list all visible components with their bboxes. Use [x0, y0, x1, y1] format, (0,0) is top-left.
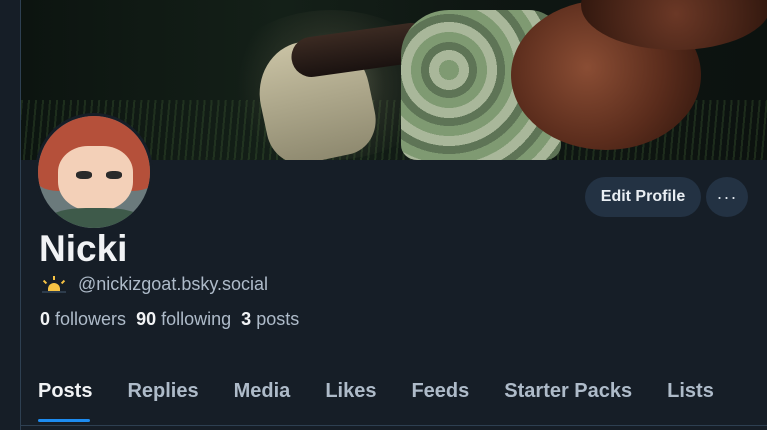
sunrise-icon [40, 275, 68, 295]
following-stat[interactable]: 90 following [136, 309, 231, 330]
tab-replies[interactable]: Replies [127, 380, 198, 403]
handle: @nickizgoat.bsky.social [78, 274, 269, 294]
avatar-eye [76, 171, 92, 179]
tab-starter-packs[interactable]: Starter Packs [504, 380, 632, 403]
more-options-button[interactable]: ··· [706, 177, 748, 217]
followers-stat[interactable]: 0 followers [40, 309, 126, 330]
avatar-eye [106, 171, 122, 179]
posts-stat: 3 posts [241, 309, 300, 329]
edit-profile-button[interactable]: Edit Profile [585, 177, 701, 217]
left-rail [0, 0, 21, 430]
tab-posts[interactable]: Posts [38, 380, 92, 422]
avatar[interactable] [35, 113, 153, 231]
tab-likes[interactable]: Likes [325, 380, 376, 403]
ellipsis-icon: ··· [716, 186, 738, 207]
tab-media[interactable]: Media [234, 380, 291, 403]
active-tab-indicator [38, 419, 90, 422]
avatar-face [58, 146, 133, 211]
tab-lists[interactable]: Lists [667, 380, 714, 403]
tabs-divider [21, 425, 767, 426]
profile-tabs: Posts Replies Media Likes Feeds Starter … [38, 380, 749, 422]
display-name: Nicki [39, 228, 128, 269]
profile-stats: 0 followers 90 following 3 posts [40, 309, 299, 330]
tab-feeds[interactable]: Feeds [411, 380, 469, 403]
handle-row: @nickizgoat.bsky.social [40, 274, 268, 295]
